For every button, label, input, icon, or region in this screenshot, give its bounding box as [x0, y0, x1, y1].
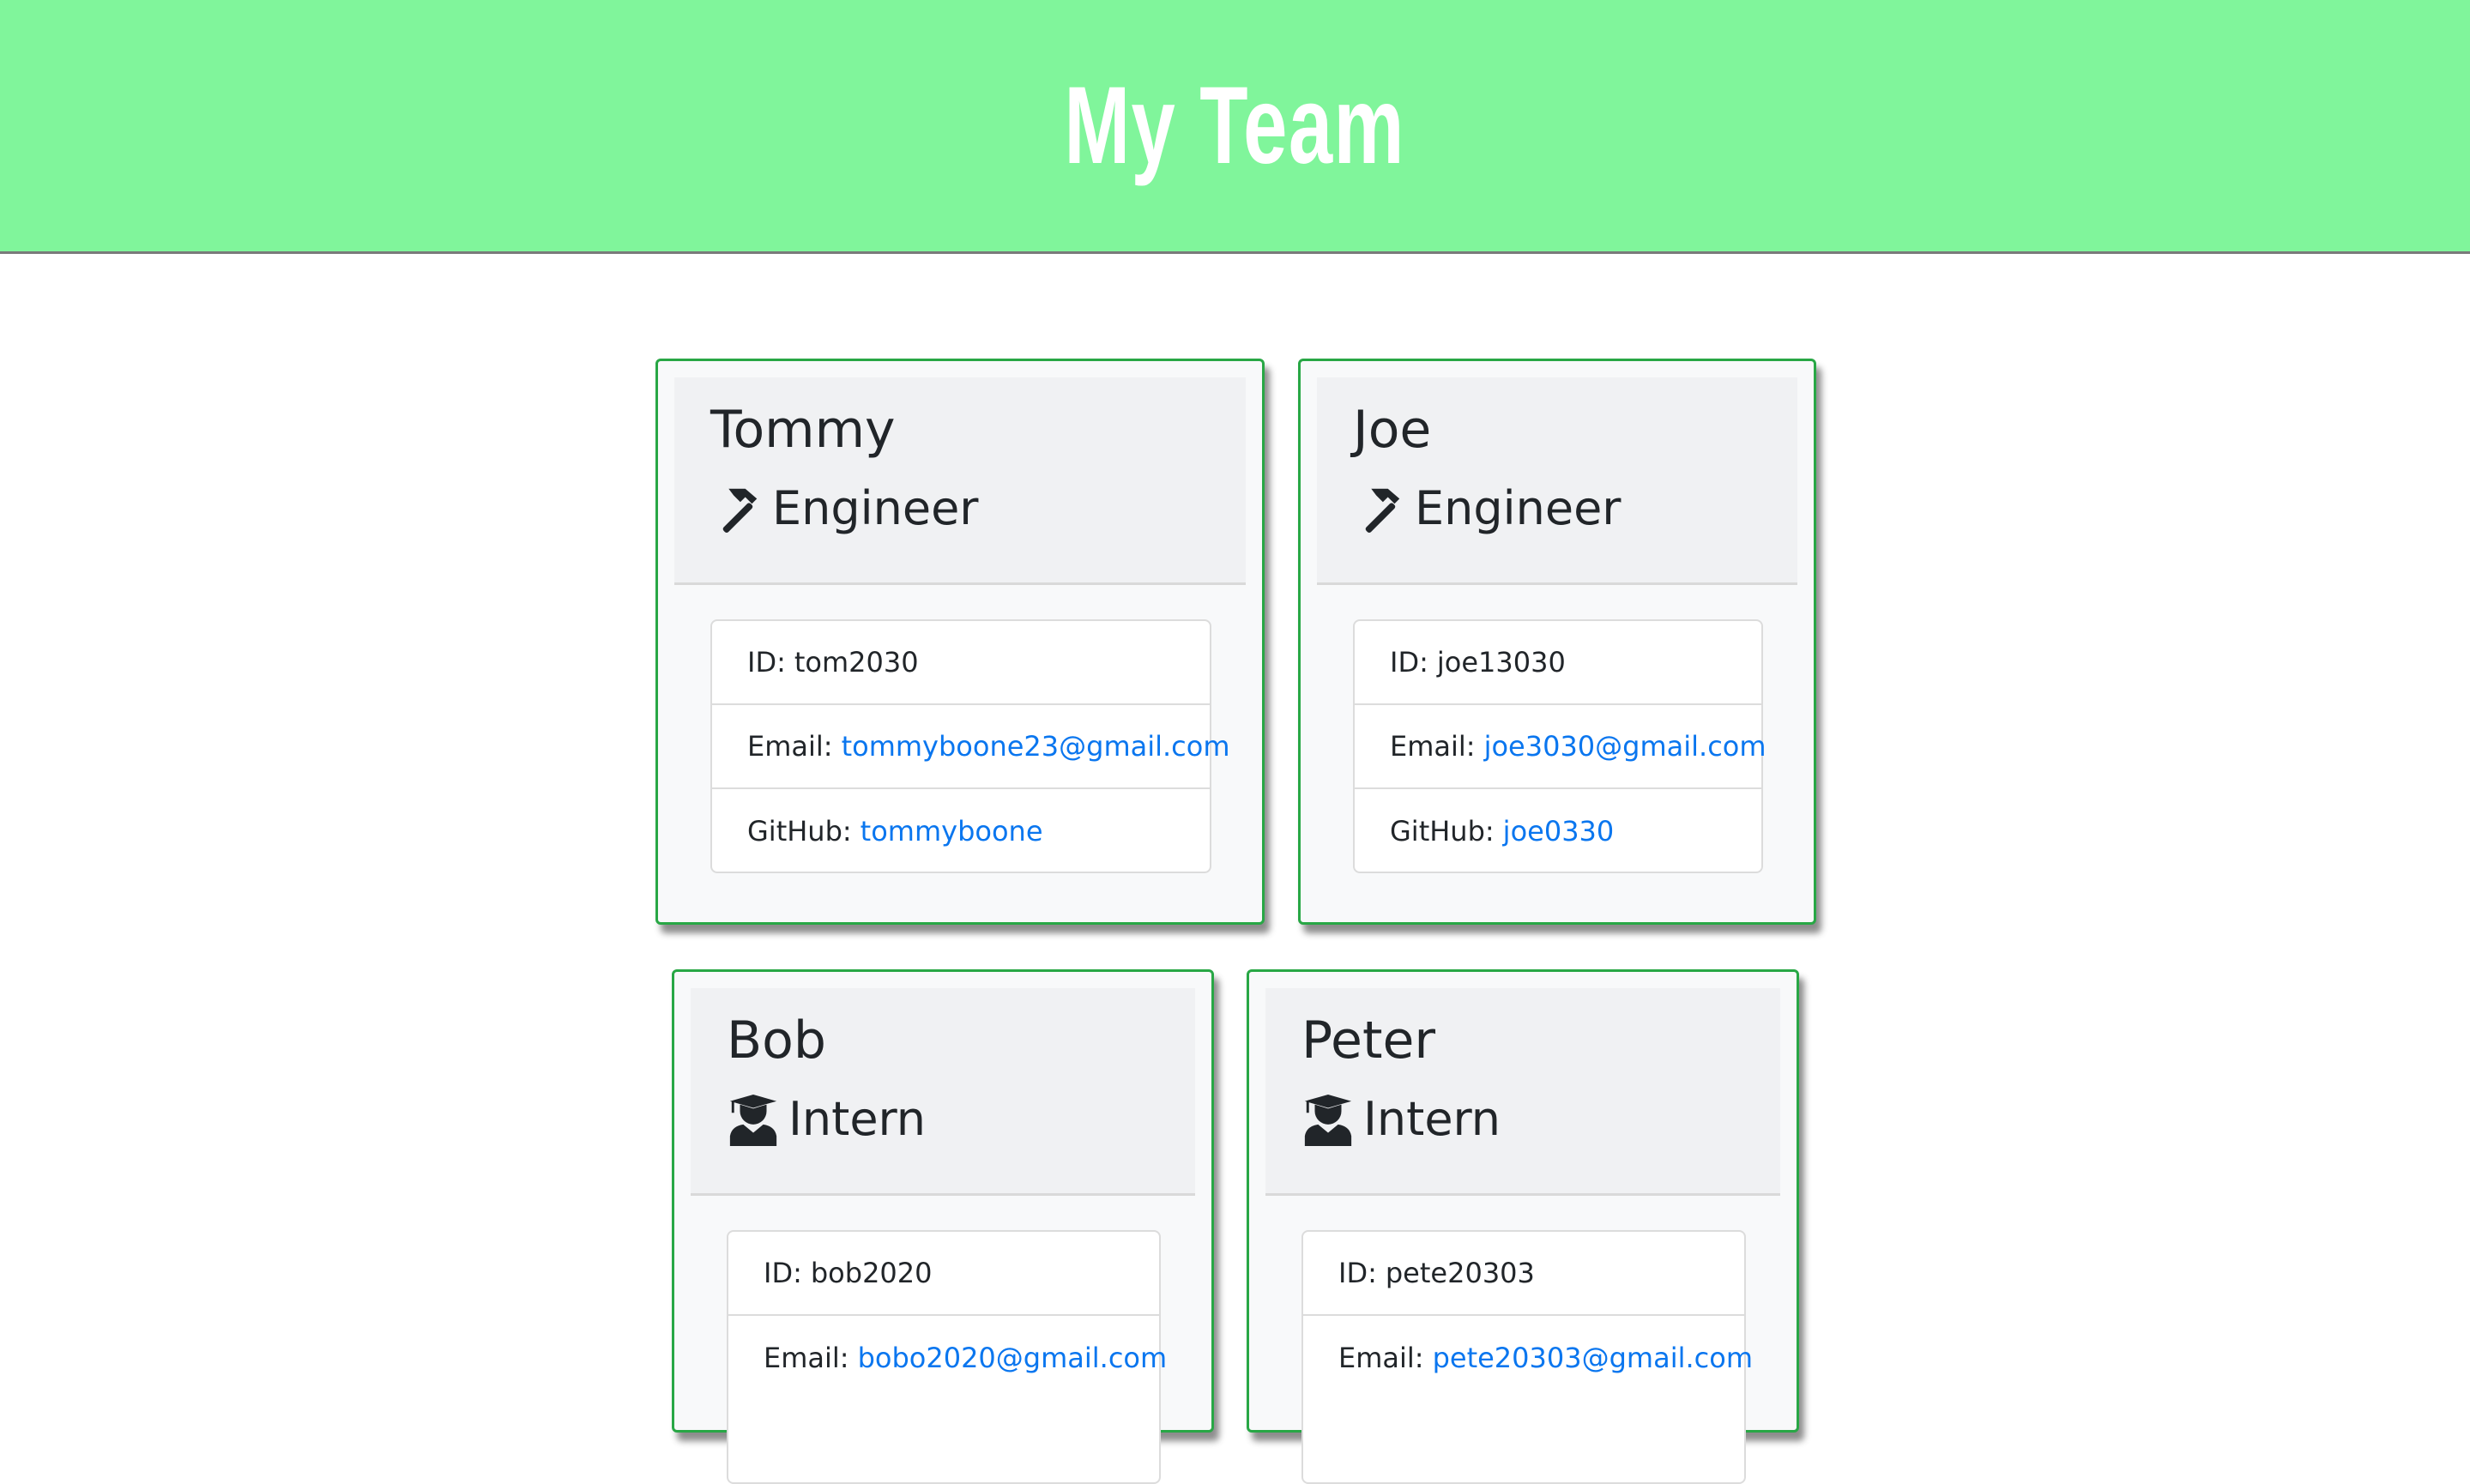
info-list: ID: pete20303 Email: pete20303@gmail.com: [1301, 1230, 1753, 1484]
email-row: Email: bobo2020@gmail.com: [728, 1316, 1167, 1400]
id-label: ID:: [764, 1257, 802, 1289]
role-label: Intern: [1363, 1092, 1501, 1146]
graduate-icon: [729, 1095, 777, 1147]
info-list: ID: tom2030 Email: tommyboone23@gmail.co…: [710, 619, 1230, 873]
email-label: Email:: [1338, 1342, 1424, 1374]
github-row: GitHub: joe0330: [1355, 789, 1761, 873]
id-value: joe13030: [1436, 646, 1566, 679]
member-role: Engineer: [710, 479, 979, 539]
member-role: Intern: [1301, 1089, 1501, 1149]
member-name: Joe: [1353, 400, 1432, 460]
email-label: Email:: [764, 1342, 849, 1374]
team-card-joe: Joe Engineer ID: joe13030 Email: joe3030…: [1298, 359, 1816, 925]
card-header: Joe Engineer: [1317, 377, 1797, 585]
id-label: ID:: [1338, 1257, 1377, 1289]
info-list: ID: bob2020 Email: bobo2020@gmail.com: [727, 1230, 1167, 1484]
id-value: pete20303: [1385, 1257, 1535, 1289]
team-card-tommy: Tommy Engineer ID: tom2030 Email: tommyb…: [655, 359, 1265, 925]
email-link[interactable]: pete20303@gmail.com: [1433, 1342, 1753, 1374]
email-row: Email: joe3030@gmail.com: [1355, 705, 1766, 789]
member-role: Engineer: [1353, 479, 1622, 539]
id-row: ID: joe13030: [1355, 621, 1761, 705]
graduate-icon: [1304, 1095, 1352, 1147]
team-card-bob: Bob Intern ID: bob2020 Email: bobo2020@g…: [672, 969, 1214, 1484]
role-label: Engineer: [772, 481, 979, 535]
hammer-icon: [1365, 488, 1400, 534]
team-card-peter: Peter Intern ID: pete20303 Email: pete20…: [1247, 969, 1799, 1484]
email-link[interactable]: bobo2020@gmail.com: [858, 1342, 1168, 1374]
id-value: bob2020: [810, 1257, 933, 1289]
id-row: ID: tom2030: [712, 621, 1210, 705]
member-name: Bob: [727, 1010, 826, 1071]
id-row: ID: bob2020: [728, 1232, 1159, 1316]
id-value: tom2030: [794, 646, 919, 679]
github-label: GitHub:: [747, 815, 852, 848]
email-label: Email:: [1390, 730, 1476, 763]
id-label: ID:: [1390, 646, 1428, 679]
hammer-icon: [722, 488, 758, 534]
email-link[interactable]: joe3030@gmail.com: [1484, 730, 1766, 763]
page-title: My Team: [1064, 64, 1406, 187]
email-link[interactable]: tommyboone23@gmail.com: [842, 730, 1230, 763]
member-role: Intern: [727, 1089, 926, 1149]
page-header: My Team: [0, 0, 2470, 254]
member-name: Peter: [1301, 1010, 1436, 1071]
id-label: ID:: [747, 646, 786, 679]
email-label: Email:: [747, 730, 833, 763]
id-row: ID: pete20303: [1303, 1232, 1744, 1316]
email-row: Email: pete20303@gmail.com: [1303, 1316, 1753, 1400]
member-name: Tommy: [710, 400, 896, 460]
card-header: Bob Intern: [691, 988, 1195, 1196]
github-row: GitHub: tommyboone: [712, 789, 1210, 873]
role-label: Intern: [788, 1092, 927, 1146]
email-row: Email: tommyboone23@gmail.com: [712, 705, 1230, 789]
github-link[interactable]: tommyboone: [861, 815, 1043, 848]
github-label: GitHub:: [1390, 815, 1495, 848]
card-header: Tommy Engineer: [674, 377, 1246, 585]
github-link[interactable]: joe0330: [1503, 815, 1615, 848]
role-label: Engineer: [1415, 481, 1622, 535]
card-header: Peter Intern: [1265, 988, 1780, 1196]
info-list: ID: joe13030 Email: joe3030@gmail.com Gi…: [1353, 619, 1766, 873]
